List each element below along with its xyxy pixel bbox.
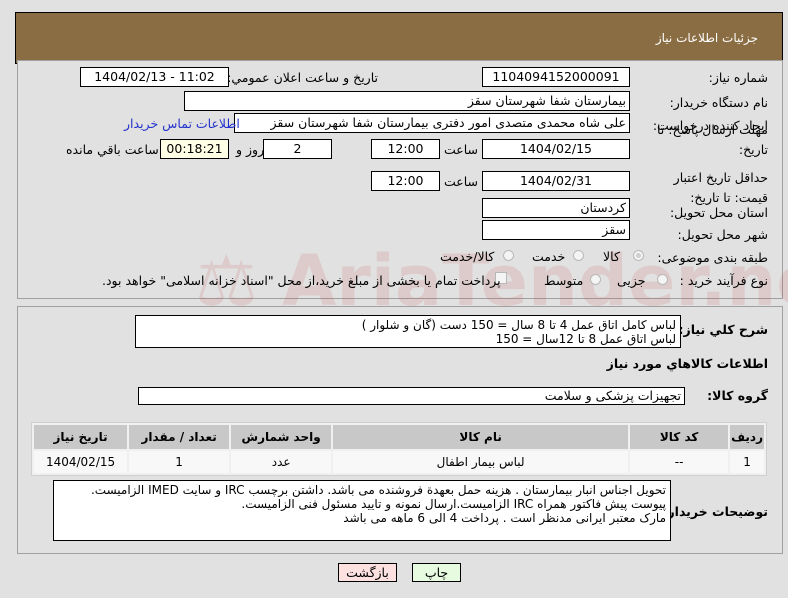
col-name: نام کالا [333,425,629,449]
group-label: گروه کالا: [707,388,768,403]
col-qty: تعداد / مقدار [129,425,230,449]
deadline-date-field: 1404/02/15 [482,139,630,159]
col-date: تاریخ نیاز [34,425,128,449]
cell-unit: عدد [231,451,332,473]
goods-heading: اطلاعات کالاهاي مورد نیاز [606,356,768,371]
deadline-time-field: 12:00 [371,139,440,159]
page-title: جزئیات اطلاعات نیاز [655,31,758,45]
description-label: شرح کلي نیاز: [678,322,768,337]
description-textarea[interactable]: لباس کامل اتاق عمل 4 تا 8 سال = 150 دست … [135,315,681,348]
remaining-label: ساعت باقي مانده [66,142,159,157]
creator-field: علی شاه محمدی متصدی امور دفتری بیمارستان… [234,113,630,133]
notes-line: پیوست پیش فاکتور همراه IRC الزامیست.ارسا… [241,497,666,511]
col-unit: واحد شمارش [231,425,332,449]
city-field: سقز [482,220,630,240]
table-row: 1 -- لباس بیمار اطفال عدد 1 1404/02/15 [34,451,764,473]
table-header-row: ردیف کد کالا نام کالا واحد شمارش تعداد /… [34,425,764,449]
category-radio-goods[interactable] [633,250,644,261]
notes-line: مارک معتبر ایرانی مدنظر است . پرداخت 4 ا… [343,511,666,525]
process-option-minor: جزیی [617,273,646,288]
province-field: کردستان [482,198,630,218]
announce-field: 1404/02/13 - 11:02 [80,67,229,87]
goods-table: ردیف کد کالا نام کالا واحد شمارش تعداد /… [31,422,767,476]
description-line: لباس کامل اتاق عمل 4 تا 8 سال = 150 دست … [361,318,676,332]
deadline-label: مهلت ارسال پاسخ: تا تاریخ: [657,122,768,157]
process-radio-minor[interactable] [657,274,668,285]
notes-label: توضیحات خریدار: [662,504,768,519]
announce-label: تاریخ و ساعت اعلان عمومي: [227,70,378,85]
buyer-org-label: نام دستگاه خریدار: [669,95,768,110]
category-radio-both[interactable] [503,250,514,261]
category-option-goods: کالا [603,249,620,264]
process-option-medium: متوسط [544,273,584,288]
buyer-org-field: بیمارستان شفا شهرستان سقز [184,91,630,111]
validity-date-field: 1404/02/31 [482,171,630,191]
page-header: جزئیات اطلاعات نیاز [15,12,783,64]
buyer-contact-link[interactable]: اطلاعات تماس خریدار [124,116,240,131]
category-label: طبقه بندی موضوعی: [657,250,768,265]
city-label: شهر محل تحویل: [677,227,768,242]
category-radio-service[interactable] [573,250,584,261]
process-label: نوع فرآیند خرید : [679,273,768,288]
category-option-service: خدمت [532,249,566,264]
col-code: کد کالا [630,425,729,449]
notes-line: تحویل اجناس انبار بیمارستان . هزینه حمل … [90,483,666,497]
process-radio-medium[interactable] [590,274,601,285]
category-option-both: کالا/خدمت [440,249,495,264]
process-note: پرداخت تمام یا بخشی از مبلغ خرید،از محل … [102,273,501,288]
validity-label: حداقل تاریخ اعتبار قیمت: تا تاریخ: [673,170,768,205]
deadline-time-label: ساعت [444,142,479,157]
need-number-field: 1104094152000091 [482,67,630,87]
cell-qty: 1 [129,451,230,473]
print-button[interactable]: چاپ [412,563,461,582]
province-label: استان محل تحویل: [669,205,768,220]
validity-time-label: ساعت [444,174,479,189]
col-row: ردیف [730,425,764,449]
validity-time-field: 12:00 [371,171,440,191]
days-label: روز و [236,142,265,157]
days-field: 2 [263,139,332,159]
back-button[interactable]: بازگشت [338,563,397,582]
description-line: لباس اتاق عمل 8 تا 12سال = 150 [495,332,676,346]
need-number-label: شماره نیاز: [708,70,768,85]
group-field: تجهیزات پزشکی و سلامت [138,387,685,405]
notes-textarea[interactable]: تحویل اجناس انبار بیمارستان . هزینه حمل … [53,480,671,541]
cell-name: لباس بیمار اطفال [333,451,629,473]
cell-code: -- [630,451,729,473]
remaining-time-field: 00:18:21 [160,139,229,159]
cell-row: 1 [730,451,764,473]
cell-date: 1404/02/15 [34,451,128,473]
